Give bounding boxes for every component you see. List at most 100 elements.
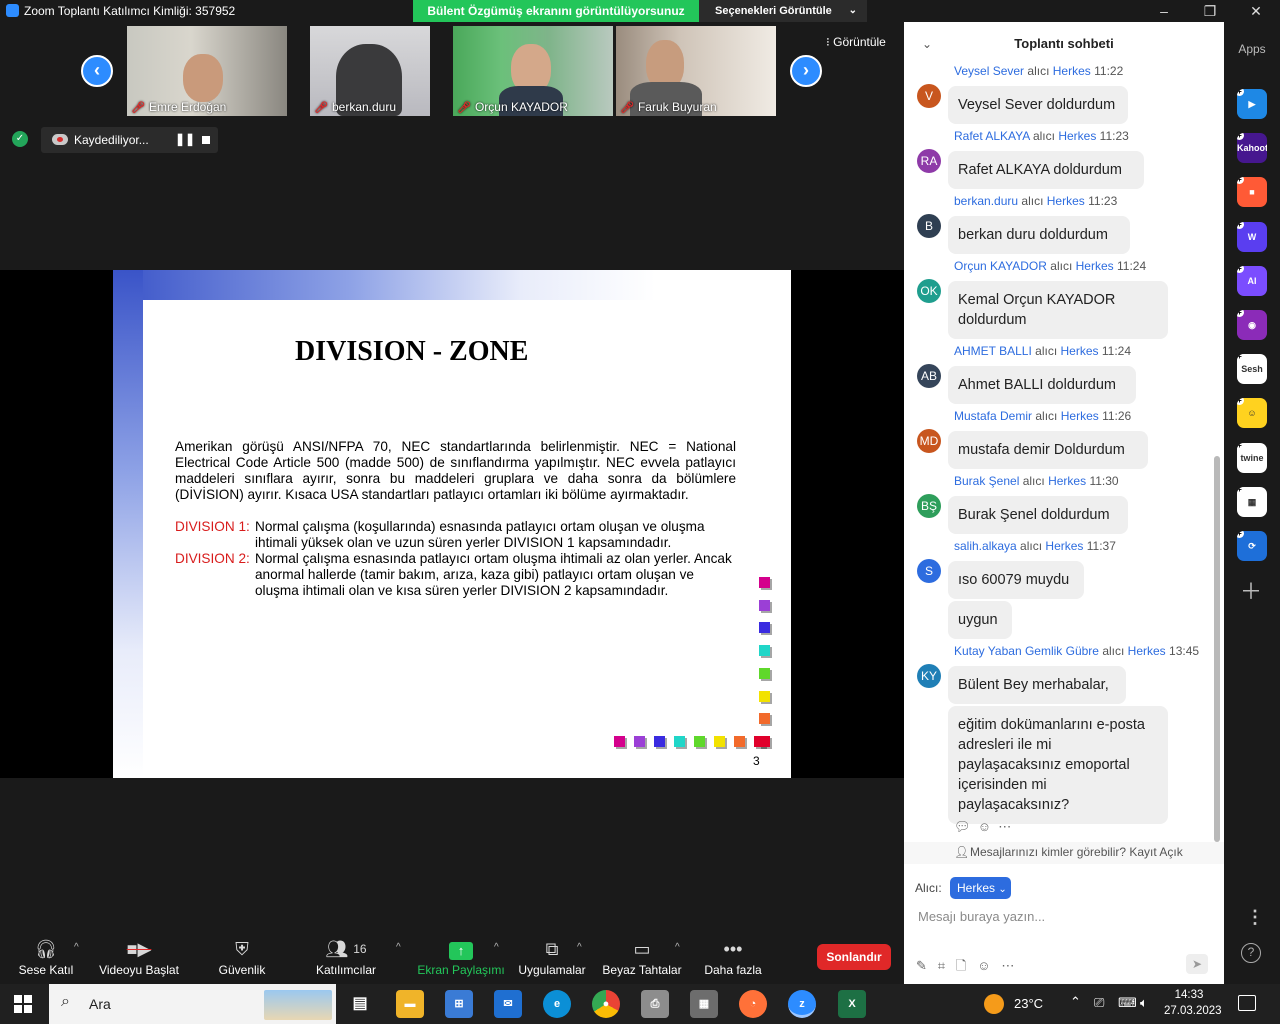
- more-actions-icon[interactable]: ⋯: [998, 819, 1011, 834]
- emoji-icon[interactable]: ☺: [977, 958, 990, 973]
- whiteboard-options-caret[interactable]: ^: [675, 942, 680, 953]
- reply-icon[interactable]: 💬︎: [954, 819, 971, 834]
- whiteboard-button[interactable]: ▭ Beyaz Tahtalar: [600, 934, 684, 984]
- join-audio-button[interactable]: 🎧︎ Sese Katıl: [14, 934, 78, 984]
- message-recipient[interactable]: Herkes: [1045, 539, 1083, 553]
- edge-icon[interactable]: e: [543, 990, 571, 1018]
- chat-message-input[interactable]: [918, 905, 1208, 927]
- close-button[interactable]: ✕: [1233, 0, 1279, 22]
- file-icon[interactable]: 🗋: [956, 958, 966, 973]
- next-page-button[interactable]: ›: [790, 55, 822, 87]
- app-emoji-icon[interactable]: ☺ +: [1237, 398, 1267, 429]
- app-sesh-icon[interactable]: Sesh +: [1237, 354, 1267, 385]
- avatar[interactable]: OK: [917, 279, 941, 303]
- chat-message-bubble[interactable]: Kemal Orçun KAYADOR doldurdum: [948, 281, 1168, 339]
- encryption-shield-icon[interactable]: ✓: [12, 131, 28, 147]
- taskbar-search[interactable]: ⌕ Ara: [49, 984, 336, 1024]
- app-ai-icon[interactable]: AI +: [1237, 265, 1267, 296]
- avatar[interactable]: AB: [917, 364, 941, 388]
- avatar[interactable]: KY: [917, 664, 941, 688]
- video-tile[interactable]: 🎤︎ Faruk Buyuran: [616, 26, 776, 116]
- share-options-caret[interactable]: ^: [494, 942, 499, 953]
- chat-message-bubble[interactable]: Burak Şenel doldurdum: [948, 496, 1128, 534]
- avatar[interactable]: B: [917, 214, 941, 238]
- avatar[interactable]: S: [917, 559, 941, 583]
- app-miro-icon[interactable]: ■ +: [1237, 177, 1267, 208]
- firefox-icon[interactable]: ◔: [739, 990, 767, 1018]
- message-recipient[interactable]: Herkes: [1048, 474, 1086, 488]
- chat-message-bubble[interactable]: eğitim dokümanlarını e-posta adresleri i…: [948, 706, 1168, 824]
- screenshot-icon[interactable]: ⌗: [938, 958, 945, 973]
- video-tile[interactable]: 🎤︎ Emre Erdoğan: [127, 26, 287, 116]
- gallery-view-toggle[interactable]: ⁝ Görüntüle: [826, 35, 886, 49]
- more-options-icon[interactable]: ⋮: [1246, 907, 1264, 928]
- scrollbar-thumb[interactable]: [1214, 456, 1220, 842]
- message-recipient[interactable]: Herkes: [1053, 64, 1091, 78]
- app-pitch-icon[interactable]: ▶ +: [1237, 89, 1267, 119]
- volume-icon[interactable]: 🔈︎: [1140, 995, 1148, 1011]
- message-recipient[interactable]: Herkes: [1047, 194, 1085, 208]
- weather-temperature[interactable]: 23°C: [1014, 996, 1043, 1011]
- task-view-icon[interactable]: ▤: [346, 990, 374, 1018]
- chat-scrollbar[interactable]: [1214, 66, 1220, 866]
- chat-message-bubble[interactable]: Ahmet BALLI doldurdum: [948, 366, 1136, 404]
- prev-page-button[interactable]: ‹: [81, 55, 113, 87]
- message-sender[interactable]: Veysel Sever: [954, 64, 1024, 78]
- message-recipient[interactable]: Herkes: [1061, 344, 1099, 358]
- chat-message-bubble[interactable]: uygun: [948, 601, 1012, 639]
- start-video-button[interactable]: ■▶ Videoyu Başlat: [96, 934, 182, 984]
- chat-message-bubble[interactable]: Veysel Sever doldurdum: [948, 86, 1128, 124]
- restore-button[interactable]: ❐: [1187, 0, 1233, 22]
- message-sender[interactable]: Burak Şenel: [954, 474, 1019, 488]
- help-icon[interactable]: ?: [1241, 943, 1261, 963]
- visibility-note[interactable]: 👤︎ Mesajlarınızı kimler görebilir? Kayıt…: [904, 842, 1224, 864]
- app-kahoot--icon[interactable]: Kahoot! +: [1237, 133, 1267, 164]
- end-meeting-button[interactable]: Sonlandır: [817, 944, 891, 970]
- message-sender[interactable]: Mustafa Demir: [954, 409, 1032, 423]
- taskbar-clock[interactable]: 14:33 27.03.2023: [1164, 987, 1222, 1019]
- app-video-icon[interactable]: ◉ +: [1237, 310, 1267, 340]
- message-recipient[interactable]: Herkes: [1128, 644, 1166, 658]
- chrome-icon[interactable]: ●: [592, 990, 620, 1018]
- message-recipient[interactable]: Herkes: [1061, 409, 1099, 423]
- chat-message-bubble[interactable]: mustafa demir Doldurdum: [948, 431, 1148, 469]
- excel-icon[interactable]: X: [838, 990, 866, 1018]
- send-button[interactable]: ➤: [1186, 954, 1208, 974]
- app-apps-grid-icon[interactable]: ▦ +: [1237, 486, 1267, 517]
- chat-message-bubble[interactable]: Bülent Bey merhabalar,: [948, 666, 1126, 704]
- message-sender[interactable]: Orçun KAYADOR: [954, 259, 1047, 273]
- app-sync-icon[interactable]: ⟳ +: [1237, 531, 1267, 561]
- video-tile[interactable]: 🎤︎ berkan.duru: [310, 26, 430, 116]
- message-sender[interactable]: salih.alkaya: [954, 539, 1017, 553]
- file-explorer-icon[interactable]: ▬: [396, 990, 424, 1018]
- chat-message-bubble[interactable]: berkan duru doldurdum: [948, 216, 1130, 254]
- security-button[interactable]: ⛨ Güvenlik: [212, 934, 272, 984]
- avatar[interactable]: MD: [917, 429, 941, 453]
- more-icon[interactable]: ⋯: [1001, 958, 1014, 973]
- pause-recording-button[interactable]: ❚❚: [175, 132, 195, 146]
- app-wooclap-icon[interactable]: W +: [1237, 221, 1267, 252]
- stop-recording-button[interactable]: [202, 136, 210, 144]
- apps-options-caret[interactable]: ^: [577, 942, 582, 953]
- message-sender[interactable]: AHMET BALLI: [954, 344, 1032, 358]
- minimize-button[interactable]: –: [1141, 0, 1187, 22]
- network-icon[interactable]: ⌨: [1118, 995, 1137, 1011]
- format-icon[interactable]: ✎: [916, 958, 927, 973]
- chat-message-bubble[interactable]: Rafet ALKAYA doldurdum: [948, 151, 1144, 189]
- mail-icon[interactable]: ✉: [494, 990, 522, 1018]
- message-sender[interactable]: Rafet ALKAYA: [954, 129, 1030, 143]
- more-button[interactable]: ••• Daha fazla: [700, 934, 766, 984]
- notification-icon[interactable]: [1238, 995, 1256, 1011]
- windows-start-button[interactable]: [14, 995, 32, 1013]
- chevron-up-icon[interactable]: ⌃: [1070, 994, 1081, 1010]
- message-recipient[interactable]: Herkes: [1076, 259, 1114, 273]
- add-app-icon[interactable]: ＋: [1240, 574, 1262, 606]
- participants-options-caret[interactable]: ^: [396, 942, 401, 953]
- share-screen-button[interactable]: ↑ Ekran Paylaşımı: [416, 934, 506, 984]
- chevron-down-icon[interactable]: ⌄: [922, 22, 932, 66]
- chat-message-bubble[interactable]: ıso 60079 muydu: [948, 561, 1084, 599]
- message-sender[interactable]: berkan.duru: [954, 194, 1018, 208]
- app-icon[interactable]: ⎙: [641, 990, 669, 1018]
- weather-sun-icon[interactable]: [984, 994, 1004, 1014]
- view-options-button[interactable]: Seçenekleri Görüntüle ⌄: [699, 0, 867, 22]
